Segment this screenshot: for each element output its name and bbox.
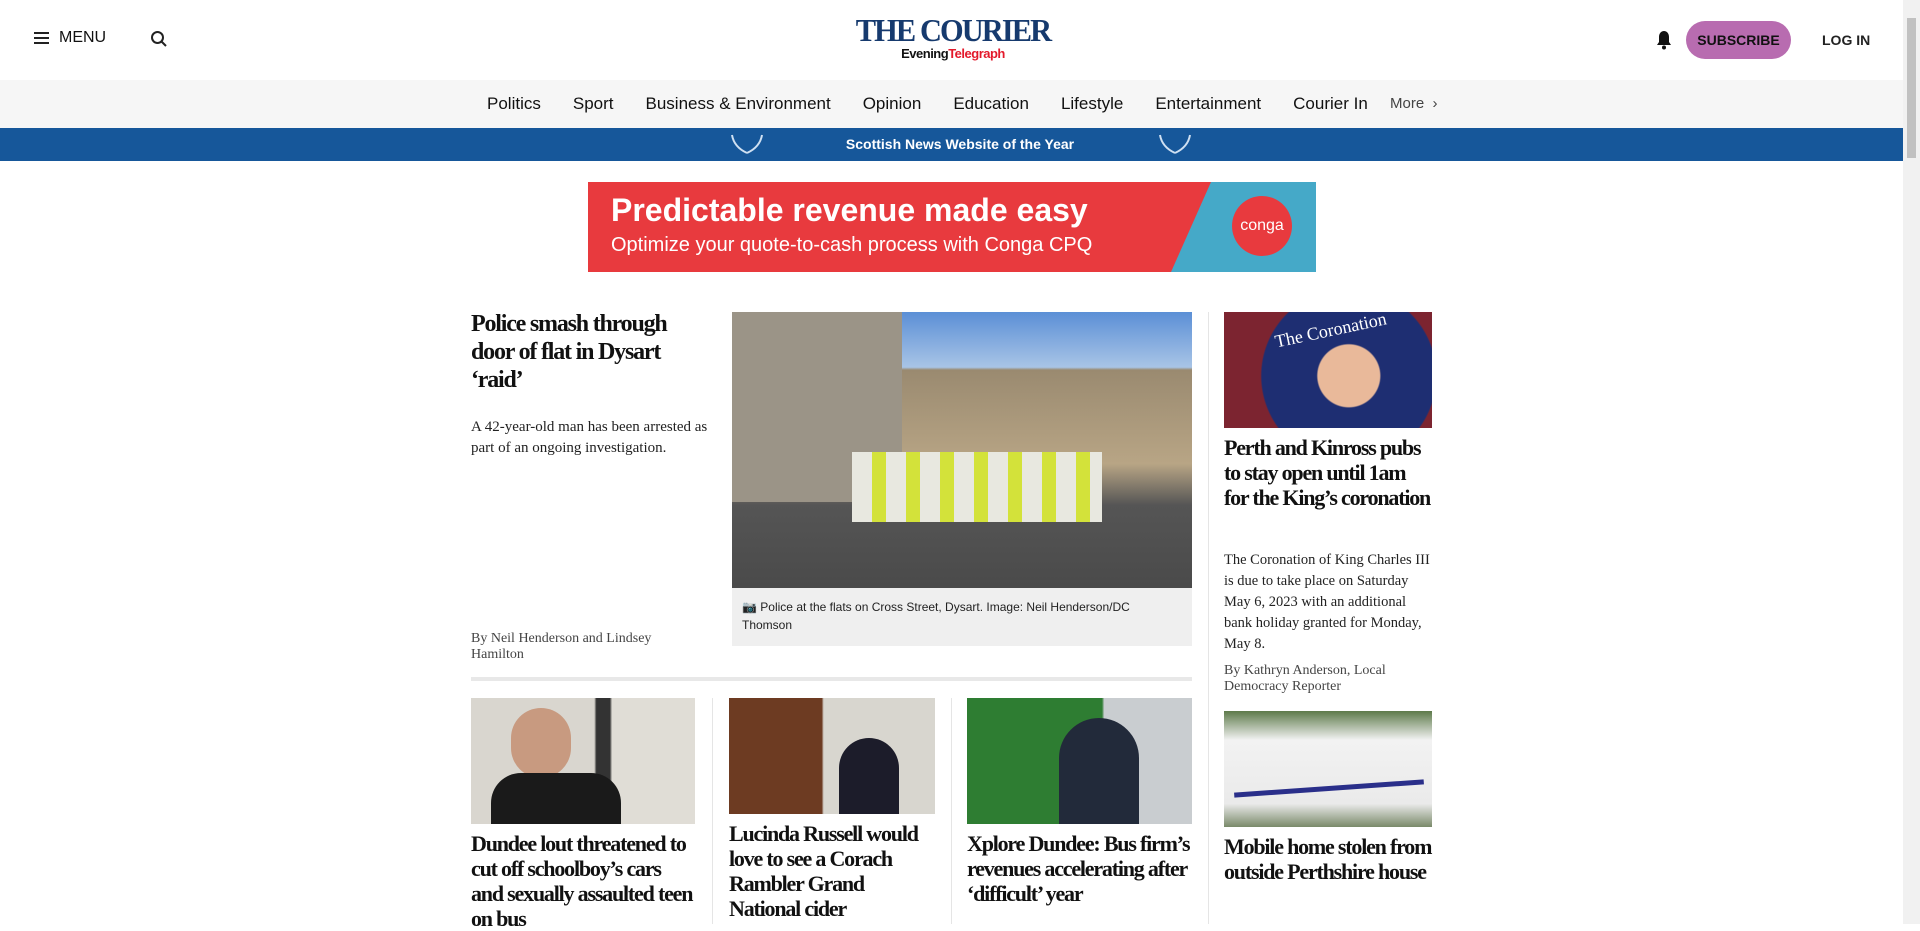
subscribe-button[interactable]: SUBSCRIBE xyxy=(1686,21,1791,59)
camera-icon: 📷 xyxy=(742,600,757,614)
column-divider xyxy=(951,698,952,924)
award-banner: Scottish News Website of the Year xyxy=(0,128,1903,161)
photo-caption: 📷 Police at the flats on Cross Street, D… xyxy=(732,588,1192,646)
side-byline: By Kathryn Anderson, Local Democracy Rep… xyxy=(1224,663,1386,694)
coronation-photo[interactable]: The Coronation xyxy=(1224,312,1432,428)
card-headline[interactable]: Dundee lout threatened to cut off school… xyxy=(471,831,695,931)
scrollbar-thumb[interactable] xyxy=(1907,18,1916,158)
mobile-home-photo[interactable] xyxy=(1224,711,1432,827)
nav-entertainment[interactable]: Entertainment xyxy=(1155,94,1261,114)
scrollbar[interactable] xyxy=(1903,0,1920,924)
bell-icon[interactable] xyxy=(1656,30,1672,50)
nav-business[interactable]: Business & Environment xyxy=(646,94,831,114)
lead-summary: A 42-year-old man has been arrested as p… xyxy=(471,419,708,456)
logo-sub: EveningTelegraph xyxy=(901,46,1005,61)
login-button[interactable]: LOG IN xyxy=(1822,32,1870,48)
side-summary: The Coronation of King Charles III is du… xyxy=(1224,552,1430,652)
side-headline[interactable]: Perth and Kinross pubs to stay open unti… xyxy=(1224,435,1432,510)
ad-brand-logo: conga xyxy=(1232,196,1292,256)
advert-banner[interactable]: Predictable revenue made easy Optimize y… xyxy=(588,182,1316,272)
logo-main: THE COURIER xyxy=(855,12,1052,48)
card-headline[interactable]: Lucinda Russell would love to see a Cora… xyxy=(729,821,935,921)
nav-more-button[interactable]: More › xyxy=(1390,95,1438,112)
card-photo[interactable] xyxy=(729,698,935,814)
nav-lifestyle[interactable]: Lifestyle xyxy=(1061,94,1123,114)
site-logo[interactable]: THE COURIER EveningTelegraph xyxy=(850,14,1056,61)
card-headline[interactable]: Xplore Dundee: Bus firm’s revenues accel… xyxy=(967,831,1192,906)
laurel-icon xyxy=(1159,134,1191,154)
ad-headline: Predictable revenue made easy xyxy=(611,192,1088,228)
award-text: Scottish News Website of the Year xyxy=(845,136,1075,152)
site-header: MENU THE COURIER EveningTelegraph SUBSCR… xyxy=(0,0,1903,80)
hamburger-icon xyxy=(34,32,49,44)
image-text: The Coronation xyxy=(1273,312,1389,352)
card-photo[interactable] xyxy=(471,698,695,824)
card-photo[interactable] xyxy=(967,698,1192,824)
nav-courier-in[interactable]: Courier In xyxy=(1293,94,1367,114)
lead-headline[interactable]: Police smash through door of flat in Dys… xyxy=(471,310,711,394)
lead-photo[interactable] xyxy=(732,312,1192,588)
column-divider xyxy=(712,698,713,924)
nav-sport[interactable]: Sport xyxy=(573,94,614,114)
ad-subline: Optimize your quote-to-cash process with… xyxy=(611,234,1093,256)
nav-education[interactable]: Education xyxy=(953,94,1029,114)
menu-button[interactable]: MENU xyxy=(34,29,106,47)
section-nav: Politics Sport Business & Environment Op… xyxy=(0,80,1903,128)
divider xyxy=(471,677,1192,681)
nav-opinion[interactable]: Opinion xyxy=(863,94,922,114)
chevron-right-icon: › xyxy=(1428,95,1438,112)
menu-label: MENU xyxy=(59,29,107,46)
side-headline[interactable]: Mobile home stolen from outside Perthshi… xyxy=(1224,834,1432,884)
search-icon[interactable] xyxy=(150,30,168,48)
nav-politics[interactable]: Politics xyxy=(487,94,541,114)
column-divider xyxy=(1208,312,1209,924)
lead-byline: By Neil Henderson and Lindsey Hamilton xyxy=(471,631,652,662)
